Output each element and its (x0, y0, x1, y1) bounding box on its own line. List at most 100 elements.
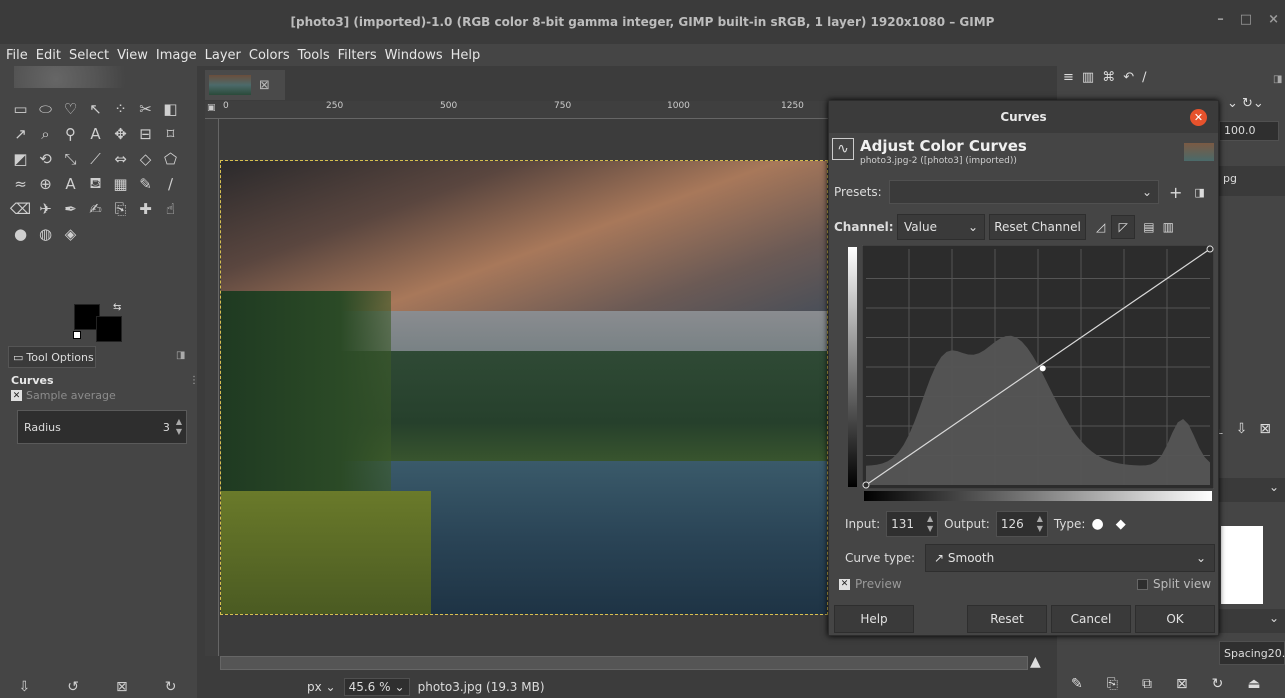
input-stepper-icon[interactable]: ▲ ▼ (927, 514, 933, 534)
preview-row[interactable]: ✕ Preview (839, 577, 902, 591)
bucket-fill-tool-icon[interactable]: ⛾ (83, 171, 108, 196)
menu-select[interactable]: Select (65, 48, 113, 63)
align-tool-icon[interactable]: ⊟ (133, 121, 158, 146)
ink-tool-icon[interactable]: ✒ (58, 196, 83, 221)
smudge-tool-icon[interactable]: ☝ (158, 196, 183, 221)
log-histogram-icon[interactable]: ◸ (1111, 215, 1136, 239)
menu-file[interactable]: File (2, 48, 32, 63)
dock-menu-icon[interactable]: ◨ (1273, 74, 1282, 85)
input-spinbox[interactable]: 131 ▲ ▼ (886, 511, 939, 537)
scale-tool-icon[interactable]: ⤡ (58, 146, 83, 171)
curve-endpoint-low[interactable] (862, 481, 870, 489)
menu-help[interactable]: Help (447, 48, 485, 63)
help-button[interactable]: Help (834, 605, 914, 633)
dodge-burn-tool-icon[interactable]: ● (8, 221, 33, 246)
delete-brush-icon[interactable]: ⊠ (1176, 676, 1188, 692)
warp-transform-tool-icon[interactable]: ≈ (8, 171, 33, 196)
brushes-tab-icon[interactable]: ≡ (1063, 70, 1074, 85)
histogram-view-icon[interactable]: ▤ (1143, 220, 1154, 234)
menu-view[interactable]: View (113, 48, 152, 63)
move-tool-icon[interactable]: ✥ (108, 121, 133, 146)
preview-checkbox[interactable]: ✕ (839, 578, 850, 590)
airbrush-tool-icon[interactable]: ✈ (33, 196, 58, 221)
horizontal-scrollbar[interactable] (220, 656, 1028, 670)
duplicate-brush-icon[interactable]: ⧉ (1142, 676, 1152, 692)
split-view-checkbox[interactable] (1137, 578, 1148, 590)
refresh-brushes-icon[interactable]: ↻ (1212, 676, 1224, 692)
background-color-swatch[interactable] (96, 316, 122, 342)
unit-selector[interactable]: px ⌄ (307, 680, 336, 694)
menu-layer[interactable]: Layer (201, 48, 245, 63)
mypaint-tool-icon[interactable]: ✍ (83, 196, 108, 221)
radius-stepper-icon[interactable]: ▲ ▼ (176, 417, 182, 437)
cancel-button[interactable]: Cancel (1051, 605, 1131, 633)
image-tab[interactable]: ⊠ (205, 70, 285, 100)
add-preset-icon[interactable]: + (1169, 183, 1182, 202)
heal-tool-icon[interactable]: ✚ (133, 196, 158, 221)
paintbrush-tool-icon[interactable]: ∕ (158, 171, 183, 196)
gradient-tool-icon[interactable]: ▦ (108, 171, 133, 196)
unified-transform-tool-icon[interactable]: ◩ (8, 146, 33, 171)
curves-dialog-titlebar[interactable]: Curves ✕ (829, 101, 1218, 133)
perspective-tool-icon[interactable]: ◇ (133, 146, 158, 171)
tab-tool-options[interactable]: ▭ Tool Options (8, 346, 96, 368)
output-stepper-icon[interactable]: ▲ ▼ (1037, 514, 1043, 534)
pencil-tool-icon[interactable]: ✎ (133, 171, 158, 196)
ellipse-select-tool-icon[interactable]: ⬭ (33, 96, 58, 121)
undo-tab-icon[interactable]: ↶ (1123, 70, 1134, 85)
edit-brush-icon[interactable]: ✎ (1071, 676, 1083, 692)
open-brush-icon[interactable]: ⏏ (1247, 676, 1260, 692)
ok-button[interactable]: OK (1135, 605, 1215, 633)
canvas-image[interactable] (220, 160, 828, 615)
menu-edit[interactable]: Edit (32, 48, 65, 63)
cage-tool-icon[interactable]: ⬠ (158, 146, 183, 171)
reset-tool-options-icon[interactable]: ↻ (165, 679, 177, 695)
navigate-icon[interactable]: ▲ (1030, 654, 1041, 670)
fonts-tab-icon[interactable]: ⌘ (1102, 70, 1115, 85)
brush-set-dropdown[interactable]: ⌄ (1219, 609, 1285, 633)
mode-dropdown[interactable]: ⌄ ↻⌄ (1227, 96, 1264, 111)
handle-transform-tool-icon[interactable]: ⊕ (33, 171, 58, 196)
default-colors-icon[interactable] (73, 331, 81, 339)
sample-average-row[interactable]: ✕ Sample average (11, 389, 116, 402)
patterns-tab-icon[interactable]: ▥ (1082, 70, 1094, 85)
ruler-corner-icon[interactable]: ▣ (207, 103, 216, 113)
delete-layer-icon[interactable]: ⊠ (1259, 421, 1271, 437)
menu-tools[interactable]: Tools (294, 48, 334, 63)
eraser-tool-icon[interactable]: ⌫ (8, 196, 33, 221)
brush-preview[interactable] (1221, 526, 1263, 604)
close-image-tab-icon[interactable]: ⊠ (259, 78, 270, 93)
close-icon[interactable]: ✕ (1190, 109, 1207, 126)
output-spinbox[interactable]: 126 ▲ ▼ (995, 511, 1048, 537)
foreground-select-tool-icon[interactable]: ◧ (158, 96, 183, 121)
restore-tool-preset-icon[interactable]: ↺ (67, 679, 79, 695)
zoom-selector[interactable]: 45.6 % ⌄ (343, 678, 410, 696)
merge-layer-icon[interactable]: ⇩ (1236, 421, 1248, 437)
spacing-spinbox[interactable]: Spacing20.0 (1219, 641, 1285, 665)
radius-spinbox[interactable]: Radius 3 ▲ ▼ (17, 410, 187, 444)
corner-point-type-icon[interactable]: ◆ (1116, 517, 1126, 532)
opacity-spinbox[interactable]: 100.0 (1219, 121, 1279, 141)
smooth-point-type-icon[interactable]: ● (1091, 516, 1103, 532)
paintbrush-tab-icon[interactable]: ∕ (1142, 70, 1146, 85)
preset-menu-icon[interactable]: ◨ (1194, 186, 1204, 199)
maximize-button[interactable]: □ (1240, 12, 1252, 27)
rotate-tool-icon[interactable]: ⟲ (33, 146, 58, 171)
curve-endpoint-high[interactable] (1206, 245, 1214, 253)
menu-filters[interactable]: Filters (334, 48, 381, 63)
free-select-tool-icon[interactable]: ♡ (58, 96, 83, 121)
layer-row[interactable]: pg (1219, 166, 1285, 196)
tab-menu-icon[interactable]: ◨ (176, 350, 185, 361)
sample-average-checkbox[interactable]: ✕ (11, 390, 22, 401)
zoom-tool-icon[interactable]: ⚲ (58, 121, 83, 146)
shear-tool-icon[interactable]: ⟋ (83, 146, 108, 171)
new-brush-icon[interactable]: ⎘ (1107, 676, 1118, 692)
delete-tool-preset-icon[interactable]: ⊠ (116, 679, 128, 695)
clone-tool-icon[interactable]: ⎘ (108, 196, 133, 221)
curve-type-combo[interactable]: ↗ Smooth ⌄ (925, 544, 1215, 572)
crop-tool-icon[interactable]: ⌑ (158, 121, 183, 146)
menu-colors[interactable]: Colors (245, 48, 294, 63)
curve-graph[interactable] (862, 245, 1214, 489)
menu-windows[interactable]: Windows (381, 48, 447, 63)
scissors-tool-icon[interactable]: ✂ (133, 96, 158, 121)
